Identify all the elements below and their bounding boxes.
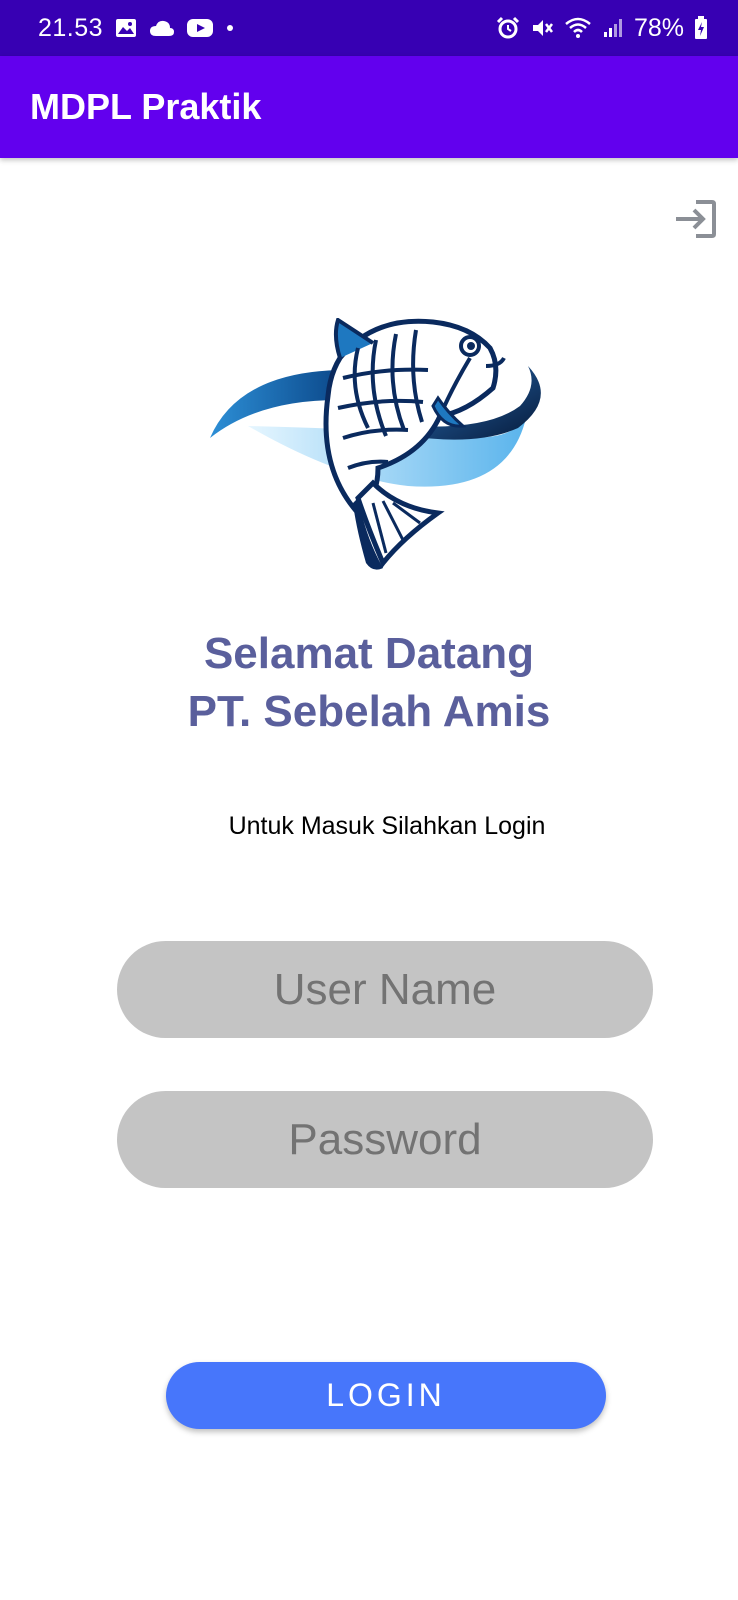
password-input[interactable] (117, 1091, 653, 1188)
wifi-icon (564, 16, 592, 40)
cloud-icon (149, 19, 175, 37)
logout-button[interactable] (674, 196, 720, 242)
status-left: 21.53 (38, 0, 235, 56)
fish-logo (208, 316, 558, 580)
app-title: MDPL Praktik (30, 86, 262, 127)
welcome-line-2: PT. Sebelah Amis (187, 687, 551, 736)
gallery-icon (115, 17, 137, 39)
battery-percent: 78% (633, 13, 684, 42)
alarm-icon (496, 16, 520, 40)
username-input[interactable] (117, 941, 653, 1038)
dot-icon (225, 23, 235, 33)
signal-icon (602, 17, 624, 39)
mute-icon (530, 16, 554, 40)
logout-icon (676, 200, 716, 238)
youtube-icon (187, 18, 214, 38)
app-bar: MDPL Praktik (0, 56, 738, 158)
login-instruction: Untuk Masuk Silahkan Login (228, 812, 546, 840)
battery-icon (694, 16, 708, 40)
status-bar: 21.53 78% (0, 0, 738, 56)
login-button[interactable]: LOGIN (166, 1362, 606, 1429)
welcome-heading: Selamat Datang PT. Sebelah Amis (0, 625, 738, 741)
status-time: 21.53 (38, 13, 104, 42)
status-right: 78% (496, 0, 708, 56)
welcome-line-1: Selamat Datang (203, 629, 535, 678)
